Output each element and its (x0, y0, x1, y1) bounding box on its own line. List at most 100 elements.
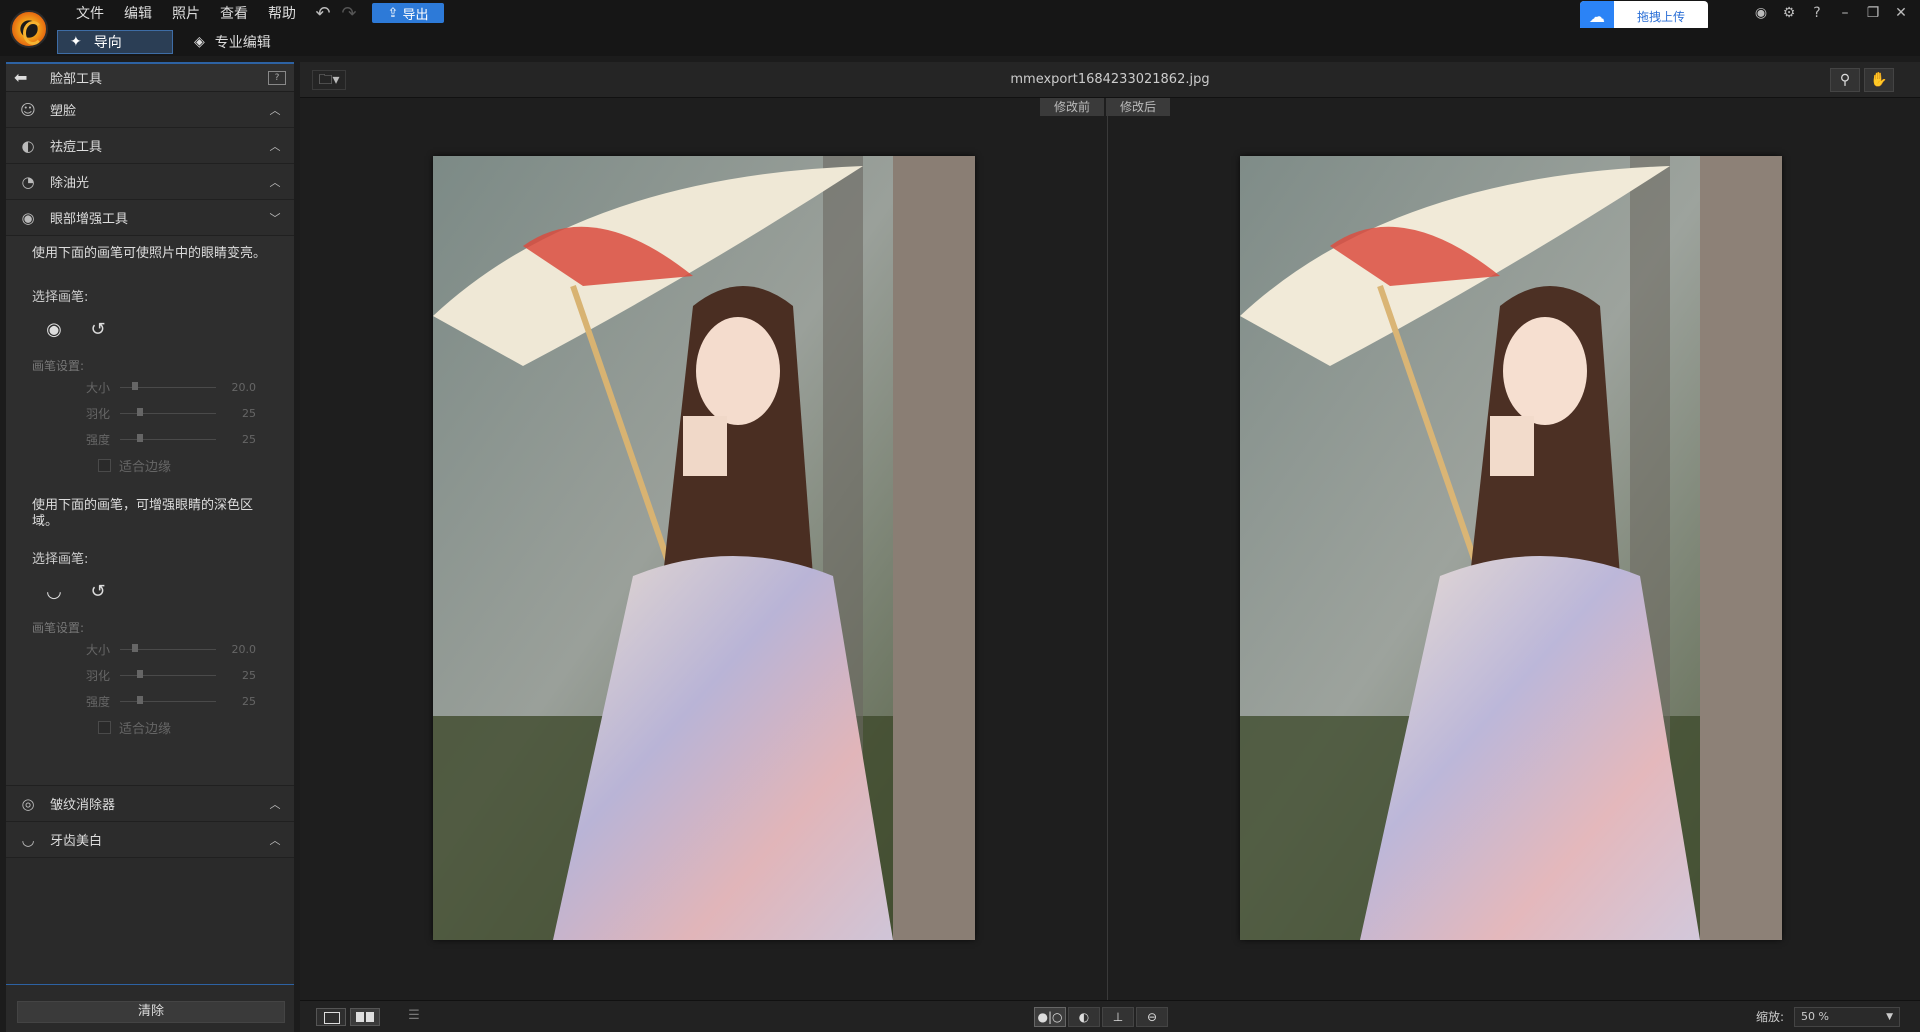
slider-value: 25 (242, 406, 256, 420)
drag-upload-button[interactable]: ☁ 拖拽上传 (1580, 1, 1708, 31)
chevron-up-icon: ︿ (269, 139, 281, 153)
brush-paint-icon[interactable]: ◉ (42, 319, 66, 341)
guide-mode-tab[interactable]: ✦ 导向 (57, 30, 173, 54)
chevron-up-icon: ︿ (269, 103, 281, 117)
split-view-button[interactable] (350, 1008, 380, 1026)
fit-edge-checkbox[interactable]: 适合边缘 (32, 714, 274, 740)
feather-slider[interactable]: 羽化 25 (32, 400, 274, 426)
horizontal-compare-icon[interactable]: ⊖ (1136, 1007, 1168, 1027)
gear-icon[interactable]: ⚙ (1780, 3, 1798, 23)
menu-photo[interactable]: 照片 (162, 0, 210, 28)
minimize-icon[interactable]: – (1836, 3, 1854, 23)
photo-after-image (1240, 156, 1782, 940)
panel-help-icon[interactable]: ? (268, 70, 286, 85)
help-icon[interactable]: ? (1808, 3, 1826, 23)
hand-tool-icon[interactable]: ✋ (1864, 68, 1894, 92)
clear-button[interactable]: 清除 (17, 1001, 285, 1023)
before-label: 修改前 (1040, 98, 1104, 116)
section-teeth-whiten[interactable]: ◡ 牙齿美白 ︿ (6, 822, 294, 858)
brush-picker: ◉ ↺ (32, 319, 274, 341)
side-by-side-icon[interactable]: ●|○ (1034, 1007, 1066, 1027)
guide-mode-label: 导向 (93, 35, 122, 51)
slider-thumb[interactable] (137, 695, 143, 704)
section-label: 祛痘工具 (50, 140, 103, 155)
slider-thumb[interactable] (137, 407, 143, 416)
panel-divider (6, 984, 294, 985)
split-compare-icon[interactable]: ◐ (1068, 1007, 1100, 1027)
teeth-icon: ◡ (21, 830, 35, 849)
slider-thumb[interactable] (137, 669, 143, 678)
section-wrinkle[interactable]: ◎ 皱纹消除器 ︿ (6, 786, 294, 822)
redo-icon[interactable]: ↷ (338, 3, 360, 25)
checkbox-label: 适合边缘 (119, 459, 172, 475)
chevron-up-icon: ︿ (269, 797, 281, 811)
slider-track[interactable] (120, 381, 216, 390)
chevron-up-icon: ︿ (269, 833, 281, 847)
strength-slider[interactable]: 强度 25 (32, 426, 274, 452)
slider-value: 25 (242, 694, 256, 708)
photo-before[interactable] (433, 156, 975, 940)
slider-thumb[interactable] (132, 643, 138, 652)
app-window: 文件 编辑 照片 查看 帮助 ↶ ↷ ⇪ 导出 ☁ 拖拽上传 ◉ ⚙ ? – ❐… (0, 0, 1920, 1032)
panel-header: ⬅ 脸部工具 ? (6, 64, 294, 92)
face-tools-panel: ⬅ 脸部工具 ? ☺ 塑脸 ︿ ◐ 祛痘工具 ︿ ◔ 除油光 ︿ ◉ 眼部增强工… (6, 62, 294, 1032)
slider-track[interactable] (120, 695, 216, 704)
back-arrow-icon[interactable]: ⬅ (14, 68, 40, 87)
main-menu: 文件 编辑 照片 查看 帮助 (66, 0, 306, 28)
photo-before-image (433, 156, 975, 940)
menu-edit[interactable]: 编辑 (114, 0, 162, 28)
export-label: 导出 (402, 7, 429, 23)
menu-view[interactable]: 查看 (210, 0, 258, 28)
wrinkle-icon: ◎ (21, 794, 35, 813)
brush-eye-icon[interactable]: ◡ (42, 581, 66, 603)
section-eye-enhance[interactable]: ◉ 眼部增强工具 ﹀ (6, 200, 294, 236)
slider-label: 大小 (85, 380, 110, 395)
slider-track[interactable] (120, 407, 216, 416)
eye-brighten-desc: 使用下面的画笔可使照片中的眼睛变亮。 (32, 246, 267, 261)
close-icon[interactable]: ✕ (1892, 3, 1910, 23)
notification-icon[interactable]: ◉ (1752, 3, 1770, 23)
slider-thumb[interactable] (137, 433, 143, 442)
export-icon: ⇪ (387, 5, 399, 21)
drag-upload-label: 拖拽上传 (1636, 9, 1685, 24)
section-blemish[interactable]: ◐ 祛痘工具 ︿ (6, 128, 294, 164)
restore-icon[interactable]: ❐ (1864, 3, 1882, 23)
checkbox[interactable] (98, 720, 111, 734)
zoom-tool-icon[interactable]: ⚲ (1830, 68, 1860, 92)
zoom-select[interactable]: 50 % ▼ (1794, 1007, 1900, 1027)
single-view-button[interactable] (316, 1008, 346, 1026)
brush-erase-icon[interactable]: ↺ (86, 581, 110, 603)
brush-picker: ◡ ↺ (32, 581, 274, 603)
size-slider[interactable]: 大小 20.0 (32, 636, 274, 662)
pro-edit-label: 专业编辑 (214, 35, 271, 51)
menu-help[interactable]: 帮助 (258, 0, 306, 28)
fit-edge-checkbox[interactable]: 适合边缘 (32, 452, 274, 478)
export-button[interactable]: ⇪ 导出 (372, 3, 444, 23)
slider-track[interactable] (120, 669, 216, 678)
slider-track[interactable] (120, 643, 216, 652)
slider-label: 强度 (85, 432, 110, 447)
compare-divider[interactable] (1107, 116, 1108, 1000)
eye-icon: ◉ (21, 208, 35, 227)
photo-after[interactable] (1240, 156, 1782, 940)
slider-thumb[interactable] (132, 381, 138, 390)
menu-file[interactable]: 文件 (66, 0, 114, 28)
checkbox[interactable] (98, 458, 111, 472)
section-face-shape[interactable]: ☺ 塑脸 ︿ (6, 92, 294, 128)
zoom-value: 50 % (1801, 1010, 1829, 1023)
folder-icon[interactable]: 🗀▾ (312, 70, 346, 90)
slider-track[interactable] (120, 433, 216, 442)
mode-bar: ✦ 导向 ◈ 专业编辑 (0, 28, 1920, 56)
brush-erase-icon[interactable]: ↺ (86, 319, 110, 341)
filmstrip-icon[interactable]: ☰ (402, 1008, 426, 1026)
section-shine-removal[interactable]: ◔ 除油光 ︿ (6, 164, 294, 200)
layers-icon: ◈ (194, 34, 205, 50)
strength-slider[interactable]: 强度 25 (32, 688, 274, 714)
size-slider[interactable]: 大小 20.0 (32, 374, 274, 400)
slider-label: 羽化 (85, 406, 110, 421)
vertical-compare-icon[interactable]: ⊥ (1102, 1007, 1134, 1027)
feather-slider[interactable]: 羽化 25 (32, 662, 274, 688)
undo-icon[interactable]: ↶ (312, 3, 334, 25)
magic-wand-icon: ✦ (70, 34, 82, 50)
pro-edit-tab[interactable]: ◈ 专业编辑 (194, 30, 271, 54)
